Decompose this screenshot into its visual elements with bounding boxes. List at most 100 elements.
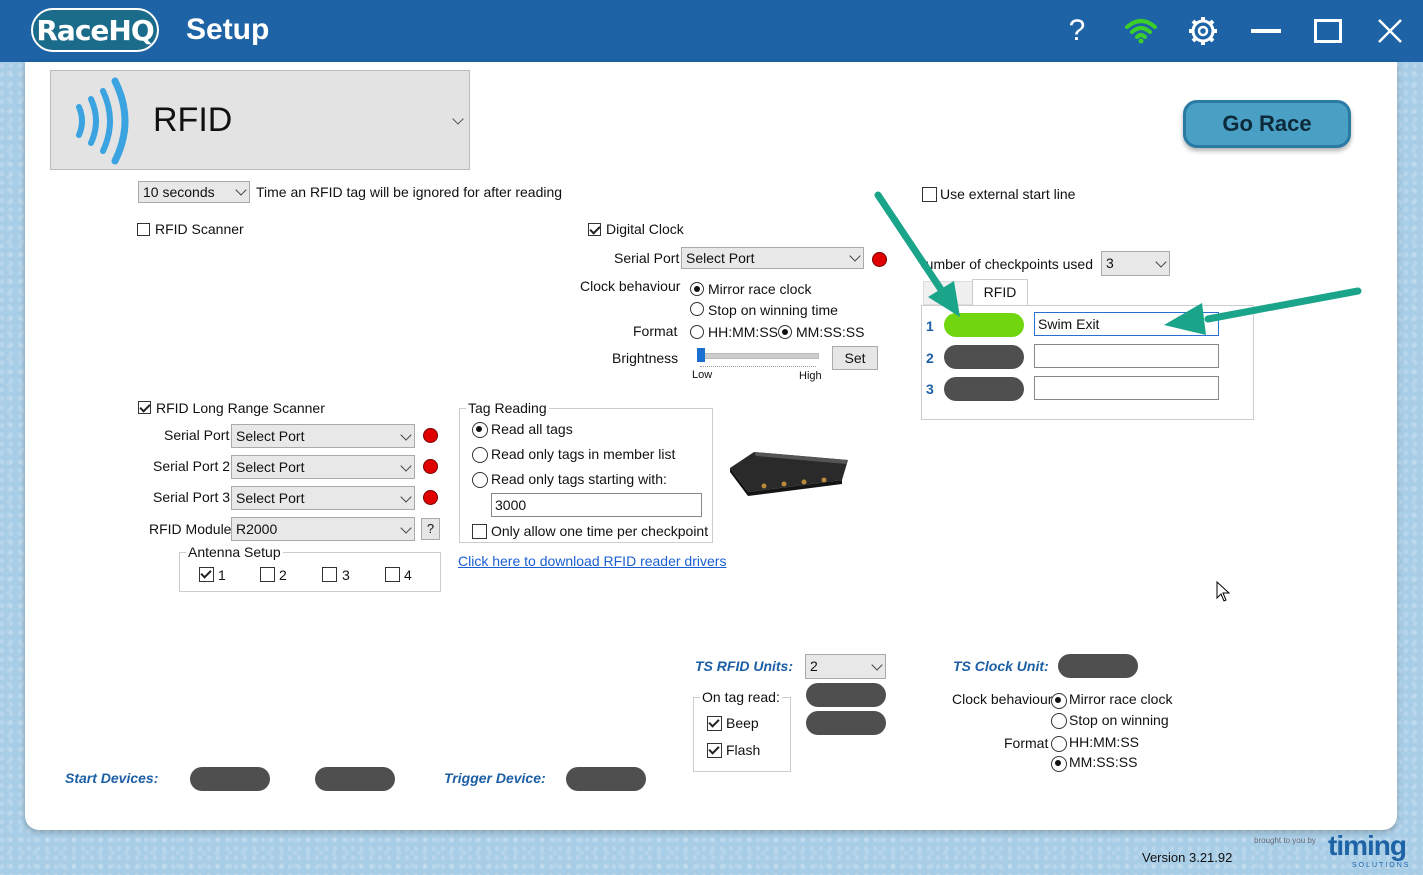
- antenna-1-checkbox[interactable]: [199, 567, 214, 582]
- on-tag-read-group: [693, 697, 791, 772]
- trigger-device-pill[interactable]: [566, 767, 646, 791]
- format-mmss-radio[interactable]: [778, 325, 792, 339]
- tag-prefix-input[interactable]: 3000: [491, 493, 702, 517]
- brightness-slider-handle[interactable]: [697, 348, 705, 362]
- ts-format-mmss-radio[interactable]: [1051, 756, 1067, 772]
- checkpoint-name-input[interactable]: [1034, 344, 1219, 368]
- rfid-module-value: R2000: [236, 521, 278, 537]
- antenna-label: 4: [404, 567, 412, 583]
- stop-winning-time-radio[interactable]: [690, 302, 704, 316]
- antenna-setup-title: Antenna Setup: [186, 544, 283, 560]
- rfid-reader-image: [730, 452, 848, 496]
- checkpoint-name-input[interactable]: [1034, 376, 1219, 400]
- digital-clock-label: Digital Clock: [606, 221, 684, 237]
- brightness-high-label: High: [799, 370, 822, 382]
- ts-mirror-radio[interactable]: [1051, 693, 1067, 709]
- ts-rfid-units-value: 2: [810, 658, 818, 674]
- antenna-4-checkbox[interactable]: [385, 567, 400, 582]
- ts-rfid-unit-pill[interactable]: [806, 711, 886, 735]
- ts-format-mmss-label: MM:SS:SS: [1069, 754, 1138, 770]
- ts-clock-unit-pill[interactable]: [1058, 654, 1138, 678]
- antenna-label: 2: [279, 567, 287, 583]
- clock-format-label: Format: [633, 323, 678, 339]
- flash-checkbox[interactable]: [707, 743, 722, 758]
- chevron-down-icon: [235, 184, 247, 196]
- brightness-label: Brightness: [612, 350, 679, 366]
- ts-rfid-units-label: TS RFID Units:: [695, 658, 793, 674]
- antenna-label: 3: [342, 567, 350, 583]
- lr-port2-status-dot: [423, 459, 438, 474]
- rfid-module-help-button[interactable]: ?: [421, 518, 440, 540]
- long-range-label: RFID Long Range Scanner: [156, 400, 325, 416]
- read-prefix-tags-radio[interactable]: [472, 472, 488, 488]
- ts-format-hhmmss-radio[interactable]: [1051, 736, 1067, 752]
- read-prefix-tags-label: Read only tags starting with:: [491, 471, 667, 487]
- antenna-3-checkbox[interactable]: [322, 567, 337, 582]
- one-time-checkbox[interactable]: [472, 524, 487, 539]
- digital-clock-checkbox[interactable]: [588, 223, 601, 236]
- antenna-2-checkbox[interactable]: [260, 567, 275, 582]
- lr-serial-port3-select[interactable]: Select Port: [231, 486, 415, 510]
- lr-serial-port2-label: Serial Port 2: [153, 458, 231, 474]
- annotation-arrows: [874, 191, 1362, 335]
- title-bar: RaceHQ Setup ?: [0, 0, 1423, 62]
- brightness-set-button[interactable]: Set: [832, 346, 878, 370]
- go-race-button[interactable]: Go Race: [1183, 100, 1351, 148]
- maximize-box: [1314, 19, 1342, 43]
- checkpoint-num: 2: [926, 350, 934, 366]
- ignore-time-value: 10 seconds: [143, 184, 215, 200]
- read-member-tags-radio[interactable]: [472, 447, 488, 463]
- wifi-icon[interactable]: [1124, 14, 1158, 48]
- ts-rfid-units-select[interactable]: 2: [805, 654, 886, 679]
- maximize-icon[interactable]: [1311, 14, 1345, 48]
- mirror-race-clock-radio[interactable]: [690, 282, 704, 296]
- chevron-down-icon: [400, 522, 412, 534]
- minimize-icon[interactable]: [1249, 14, 1283, 48]
- rfid-icon: [76, 77, 129, 165]
- brand-logo: timing: [1328, 830, 1407, 861]
- read-all-tags-radio[interactable]: [472, 422, 488, 438]
- version-label: Version 3.21.92: [1142, 850, 1233, 865]
- rfid-module-select[interactable]: R2000: [231, 517, 415, 541]
- brand-sub: SOLUTIONS: [1352, 862, 1411, 869]
- format-hhmmss-radio[interactable]: [690, 325, 704, 339]
- ts-format-hhmmss-label: HH:MM:SS: [1069, 734, 1139, 750]
- lr-serial-port-value: Select Port: [236, 428, 305, 444]
- wifi-icon-svg: [1125, 19, 1157, 44]
- start-device-pill[interactable]: [315, 767, 395, 791]
- clock-serial-port-select[interactable]: Select Port: [681, 247, 864, 269]
- arrow-head-2: [1164, 303, 1206, 335]
- rfid-scanner-checkbox[interactable]: [137, 223, 150, 236]
- ignore-time-select[interactable]: 10 seconds: [138, 181, 250, 203]
- checkpoint-status-pill[interactable]: [944, 345, 1024, 369]
- chevron-down-icon: [400, 491, 412, 503]
- help-icon[interactable]: ?: [1060, 14, 1094, 48]
- clock-serial-port-label: Serial Port: [614, 250, 680, 266]
- format-hhmmss-label: HH:MM:SS: [708, 324, 778, 340]
- brand-tagline: brought to you by: [1254, 836, 1316, 845]
- download-drivers-link[interactable]: Click here to download RFID reader drive…: [458, 553, 726, 569]
- one-time-label: Only allow one time per checkpoint: [491, 523, 709, 539]
- ts-clock-behaviour-label: Clock behaviour: [952, 691, 1053, 707]
- stop-winning-time-label: Stop on winning time: [708, 302, 838, 318]
- settings-gear-icon[interactable]: [1186, 14, 1220, 48]
- gear-icon: [1189, 17, 1217, 45]
- long-range-checkbox[interactable]: [138, 401, 151, 414]
- device-selector[interactable]: RFID: [50, 70, 470, 170]
- ts-stop-radio[interactable]: [1051, 713, 1067, 729]
- beep-checkbox[interactable]: [707, 716, 722, 731]
- flash-label: Flash: [726, 742, 761, 758]
- ts-rfid-unit-pill[interactable]: [806, 683, 886, 707]
- lr-serial-port2-value: Select Port: [236, 459, 305, 475]
- beep-label: Beep: [726, 715, 759, 731]
- chevron-down-icon: [849, 250, 861, 262]
- lr-serial-port2-select[interactable]: Select Port: [231, 455, 415, 479]
- rfid-module-label: RFID Module: [149, 521, 232, 537]
- checkpoint-status-pill[interactable]: [944, 377, 1024, 401]
- rfid-scanner-label: RFID Scanner: [155, 221, 244, 237]
- lr-serial-port-select[interactable]: Select Port: [231, 424, 415, 448]
- app-logo: RaceHQ: [31, 8, 159, 52]
- close-icon[interactable]: [1373, 14, 1407, 48]
- start-device-pill[interactable]: [190, 767, 270, 791]
- format-mmss-label: MM:SS:SS: [796, 324, 865, 340]
